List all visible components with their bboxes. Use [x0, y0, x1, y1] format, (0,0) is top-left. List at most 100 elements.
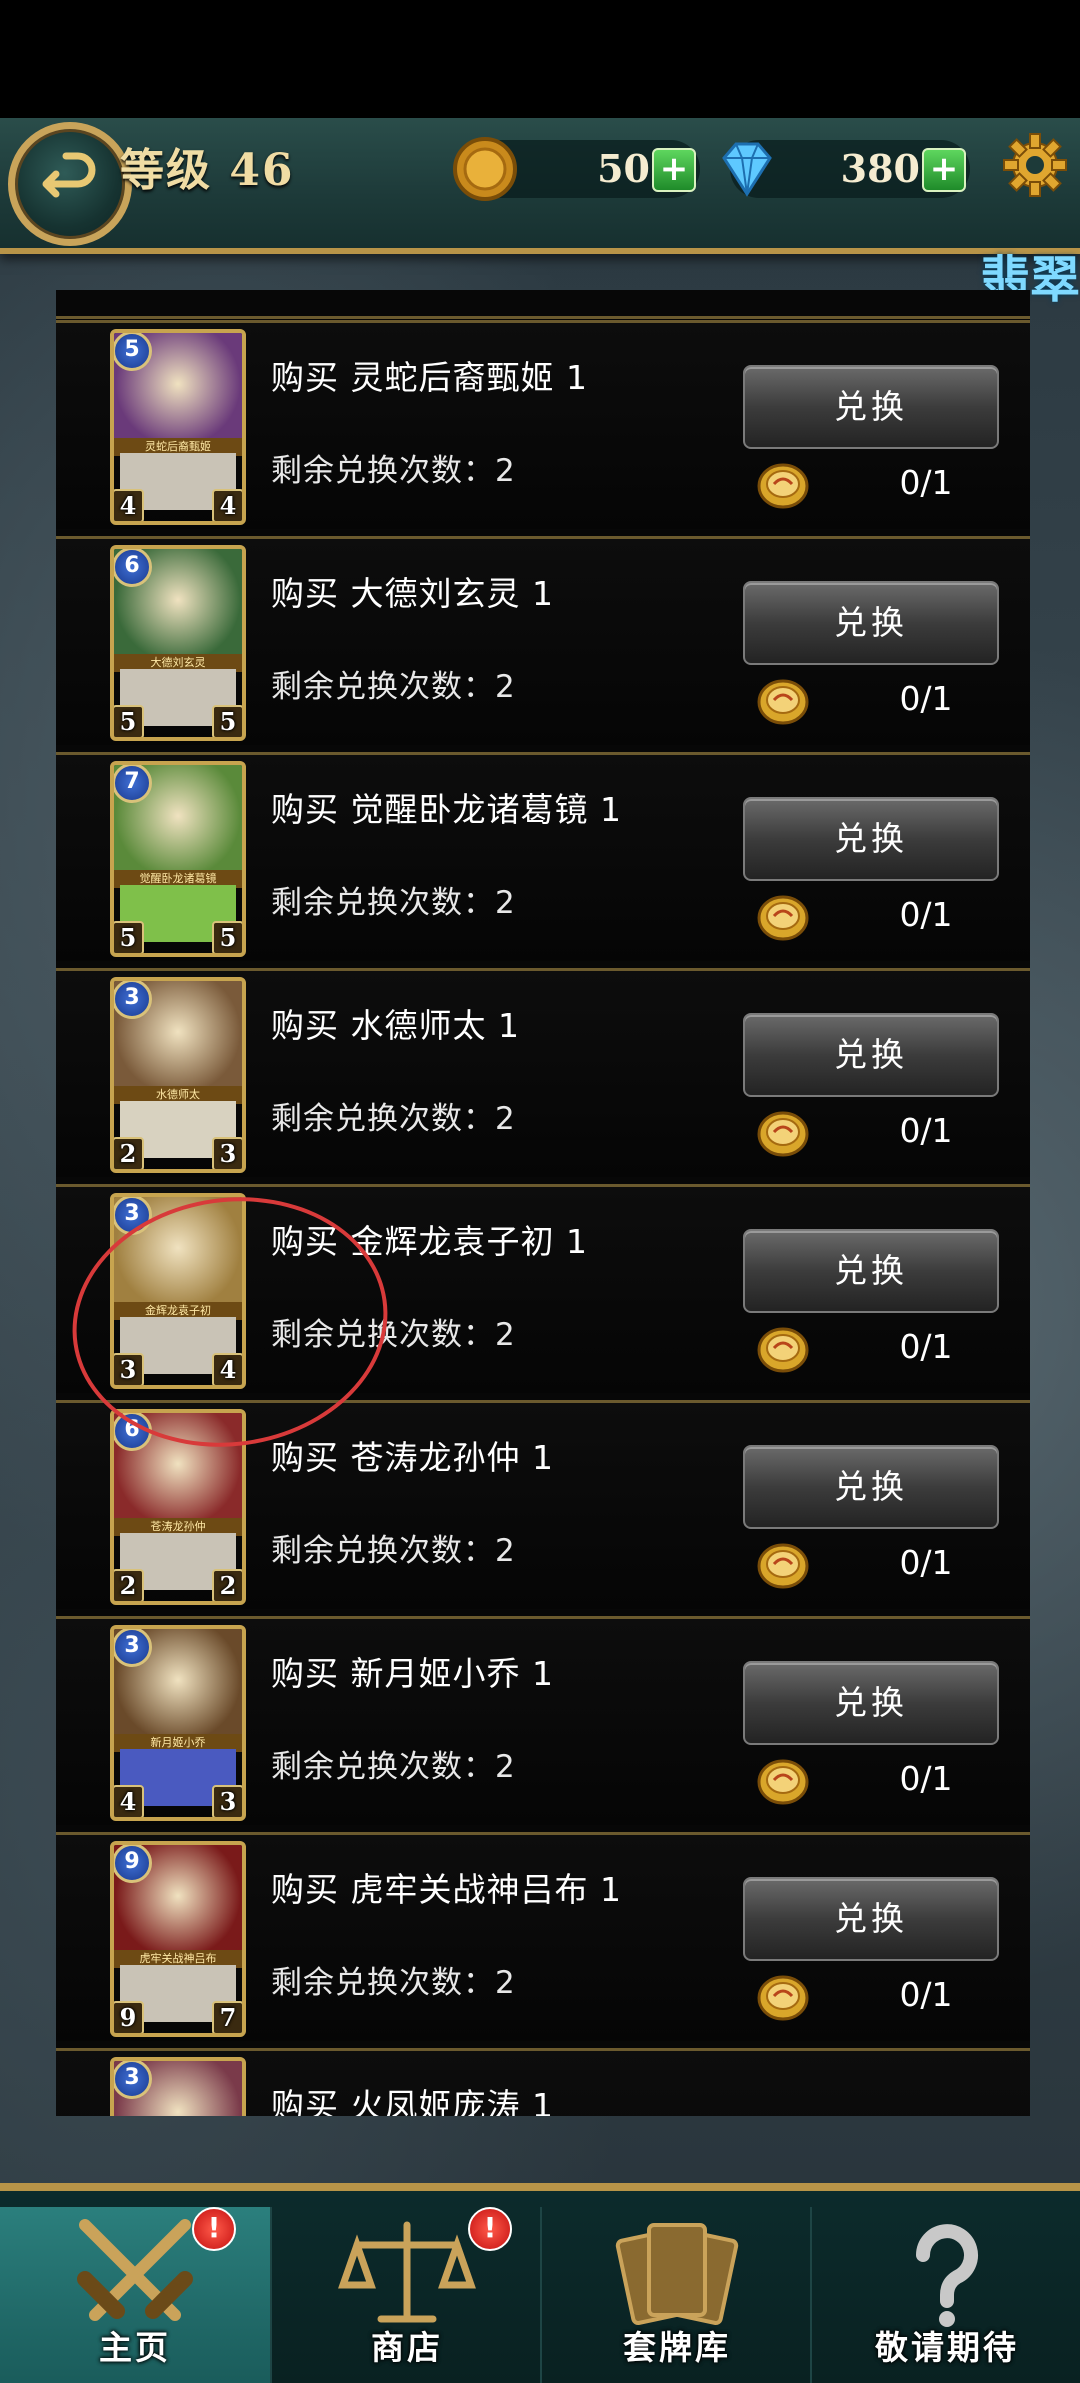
exchange-button[interactable]: 兑换	[743, 797, 999, 881]
card-cost: 3	[114, 2061, 152, 2099]
card-cost: 7	[114, 765, 152, 803]
gold-counter: 50 +	[453, 137, 700, 201]
list-item: 觉醒卧龙诸葛镜 7 5 5 购买 觉醒卧龙诸葛镜 1 剩余兑换次数：2 兑换 0/1	[56, 752, 1030, 961]
back-button[interactable]	[8, 122, 132, 246]
balance-scale-icon	[338, 2221, 476, 2323]
item-title: 购买 灵蛇后裔甄姬 1	[271, 358, 588, 397]
exchange-button[interactable]: 兑换	[743, 581, 999, 665]
diamond-icon	[722, 142, 772, 197]
item-title: 购买 苍涛龙孙仲 1	[271, 1438, 554, 1477]
card-attack: 2	[114, 1569, 144, 1601]
exchange-count: 0/1	[899, 1975, 953, 2014]
card-thumbnail[interactable]: 觉醒卧龙诸葛镜 7 5 5	[110, 761, 246, 957]
bottom-nav: ! 主页 ! 商店 套牌库 敬请期待	[0, 2183, 1080, 2383]
exchange-count: 0/1	[899, 1327, 953, 1366]
card-thumbnail[interactable]: 虎牢关战神吕布 9 9 7	[110, 1841, 246, 2037]
gem-counter: 380 +	[722, 140, 970, 198]
card-cost: 3	[114, 1629, 152, 1667]
card-thumbnail[interactable]: 大德刘玄灵 6 5 5	[110, 545, 246, 741]
exchange-button[interactable]: 兑换	[743, 1013, 999, 1097]
token-coin-icon	[757, 1327, 809, 1373]
card-health: 5	[212, 705, 242, 737]
card-attack: 5	[114, 705, 144, 737]
gem-value: 380	[840, 146, 920, 191]
list-item: 水德师太 3 2 3 购买 水德师太 1 剩余兑换次数：2 兑换 0/1	[56, 968, 1030, 1177]
shop-alert-badge: !	[468, 2207, 512, 2251]
card-health: 4	[212, 489, 242, 521]
remaining-exchanges: 剩余兑换次数：2	[271, 1965, 516, 2001]
token-coin-icon	[757, 1543, 809, 1589]
top-header: 等级 46 50 + 380 +	[0, 118, 1080, 254]
nav-shop-label: 商店	[371, 2328, 443, 2367]
card-thumbnail[interactable]: 灵蛇后裔甄姬 5 4 4	[110, 329, 246, 525]
remaining-exchanges: 剩余兑换次数：2	[271, 669, 516, 705]
list-item: 3 购买 火凤姬庞涛 1	[56, 2048, 1030, 2116]
status-bar-area	[0, 0, 1080, 118]
cards-icon	[615, 2223, 739, 2325]
list-top-strip	[56, 290, 1030, 319]
remaining-exchanges: 剩余兑换次数：2	[271, 1533, 516, 1569]
nav-coming-soon[interactable]: 敬请期待	[810, 2207, 1080, 2383]
token-coin-icon	[757, 1759, 809, 1805]
token-coin-icon	[757, 1111, 809, 1157]
nav-home[interactable]: ! 主页	[0, 2207, 270, 2383]
add-gold-button[interactable]: +	[652, 148, 696, 192]
exchange-count: 0/1	[899, 679, 953, 718]
remaining-exchanges: 剩余兑换次数：2	[271, 885, 516, 921]
card-attack: 2	[114, 1137, 144, 1169]
remaining-exchanges: 剩余兑换次数：2	[271, 1101, 516, 1137]
exchange-count: 0/1	[899, 1111, 953, 1150]
item-title: 购买 火凤姬庞涛 1	[271, 2086, 554, 2116]
remaining-exchanges: 剩余兑换次数：2	[271, 453, 516, 489]
nav-shop[interactable]: ! 商店	[270, 2207, 542, 2383]
item-title: 购买 虎牢关战神吕布 1	[271, 1870, 622, 1909]
card-cost: 6	[114, 549, 152, 587]
card-attack: 9	[114, 2001, 144, 2033]
card-cost: 3	[114, 981, 152, 1019]
card-cost: 5	[114, 333, 152, 371]
card-attack: 4	[114, 1785, 144, 1817]
item-title: 购买 新月姬小乔 1	[271, 1654, 554, 1693]
card-health: 3	[212, 1137, 242, 1169]
item-title: 购买 觉醒卧龙诸葛镜 1	[271, 790, 622, 829]
exchange-count: 0/1	[899, 895, 953, 934]
token-coin-icon	[757, 679, 809, 725]
item-title: 购买 水德师太 1	[271, 1006, 520, 1045]
token-coin-icon	[757, 463, 809, 509]
remaining-exchanges: 剩余兑换次数：2	[271, 1749, 516, 1785]
question-mark-icon	[916, 2224, 978, 2327]
exchange-count: 0/1	[899, 1543, 953, 1582]
nav-deck[interactable]: 套牌库	[540, 2207, 812, 2383]
exchange-count: 0/1	[899, 1759, 953, 1798]
card-health: 3	[212, 1785, 242, 1817]
card-thumbnail[interactable]: 新月姬小乔 3 4 3	[110, 1625, 246, 1821]
card-attack: 4	[114, 489, 144, 521]
home-alert-badge: !	[192, 2207, 236, 2251]
card-health: 2	[212, 1569, 242, 1601]
exchange-button[interactable]: 兑换	[743, 1661, 999, 1745]
card-health: 7	[212, 2001, 242, 2033]
exchange-button[interactable]: 兑换	[743, 365, 999, 449]
exchange-button[interactable]: 兑换	[743, 1229, 999, 1313]
gear-icon[interactable]	[1000, 130, 1070, 200]
exchange-button[interactable]: 兑换	[743, 1877, 999, 1961]
add-gem-button[interactable]: +	[922, 148, 966, 192]
gold-value: 50	[597, 146, 650, 191]
item-title: 购买 大德刘玄灵 1	[271, 574, 554, 613]
card-attack: 5	[114, 921, 144, 953]
nav-home-label: 主页	[99, 2328, 171, 2367]
card-health: 5	[212, 921, 242, 953]
list-item: 新月姬小乔 3 4 3 购买 新月姬小乔 1 剩余兑换次数：2 兑换 0/1	[56, 1616, 1030, 1825]
crossed-swords-icon	[77, 2219, 193, 2321]
token-coin-icon	[757, 1975, 809, 2021]
card-thumbnail[interactable]: 3	[110, 2057, 246, 2116]
player-level: 等级 46	[120, 145, 295, 196]
card-cost: 9	[114, 1845, 152, 1883]
nav-coming-label: 敬请期待	[875, 2328, 1019, 2367]
token-coin-icon	[757, 895, 809, 941]
exchange-count: 0/1	[899, 463, 953, 502]
gold-coin-icon	[453, 137, 517, 201]
card-thumbnail[interactable]: 水德师太 3 2 3	[110, 977, 246, 1173]
exchange-button[interactable]: 兑换	[743, 1445, 999, 1529]
list-item: 大德刘玄灵 6 5 5 购买 大德刘玄灵 1 剩余兑换次数：2 兑换 0/1	[56, 536, 1030, 745]
